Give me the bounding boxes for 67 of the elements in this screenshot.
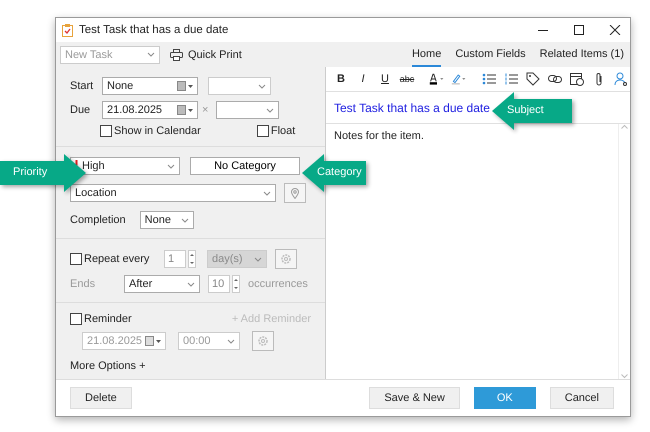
date-field[interactable]: 21.08.2025 (102, 101, 198, 119)
callout-label: Subject (506, 104, 545, 116)
chevron-icon (263, 190, 271, 197)
tab[interactable]: Custom Fields (455, 42, 526, 67)
chevron-icon (187, 280, 195, 288)
numbered-list-icon (504, 73, 518, 85)
calendar-icon (145, 336, 161, 346)
chevron-icon (167, 162, 175, 170)
chevron-icon (266, 106, 274, 114)
spinner-arrows-icon (232, 275, 240, 293)
scroll-up-icon (621, 124, 628, 129)
chevron-icon (180, 216, 189, 224)
field-label: Due (70, 104, 92, 116)
chevron-icon (227, 338, 235, 344)
format-button[interactable]: U (376, 70, 394, 88)
field-label: occurrences (248, 278, 308, 290)
quick-print-button[interactable]: Quick Print (170, 48, 242, 60)
checkbox[interactable]: Repeat every (70, 253, 156, 265)
format-button[interactable]: B (332, 70, 350, 88)
location-pin-button[interactable] (284, 183, 306, 203)
chevron-icon (254, 256, 262, 262)
calendar-icon (177, 105, 193, 115)
format-button[interactable] (568, 70, 586, 88)
field-label: Start (70, 80, 94, 92)
chevron-icon (147, 51, 155, 58)
bullet-list-icon (482, 73, 496, 85)
printer-icon (170, 48, 183, 60)
interval-field[interactable]: 1 (164, 250, 186, 268)
settings-icon (280, 253, 292, 265)
scroll-down-icon (621, 374, 628, 379)
format-button[interactable] (612, 70, 630, 88)
location-field[interactable]: Location (70, 184, 276, 202)
calendar-clock-icon (570, 72, 584, 86)
chevron-icon (258, 82, 266, 90)
window-title: Test Task that has a due date (79, 24, 230, 36)
priority-dropdown[interactable]: High (70, 157, 180, 175)
callout-label: Priority (12, 166, 48, 178)
tab[interactable]: Home (412, 42, 442, 67)
dialog-button[interactable]: Save & New (369, 387, 460, 409)
dialog-button[interactable]: Cancel (550, 387, 614, 409)
link-icon (548, 73, 562, 85)
completion-dropdown[interactable]: None (140, 211, 194, 229)
field-label: Completion (70, 214, 126, 226)
date-field[interactable]: None (102, 77, 198, 95)
scrollbar[interactable] (618, 124, 630, 379)
settings-icon (257, 335, 269, 347)
format-button[interactable] (524, 70, 542, 88)
clipboard-icon (62, 24, 73, 36)
person-icon (614, 72, 628, 86)
dialog-button[interactable]: Delete (70, 387, 132, 409)
calendar-icon (177, 81, 193, 91)
format-button[interactable]: abc (398, 70, 416, 88)
spinner-arrows-icon (188, 250, 196, 268)
highlighter-icon (451, 72, 467, 86)
checkbox[interactable]: Float (256, 125, 296, 137)
field-label: Ends (70, 278, 96, 290)
font-color-icon (429, 72, 445, 86)
tab[interactable]: Related Items (1) (540, 42, 624, 67)
checkbox[interactable]: Show in Calendar (100, 125, 201, 137)
callout-label: Category (316, 166, 363, 178)
category-button[interactable]: No Category (190, 157, 300, 175)
map-pin-icon (291, 188, 299, 198)
more-options-link[interactable]: More Options + (70, 360, 311, 372)
notes-text[interactable]: Notes for the item. (334, 130, 424, 142)
tag-icon (526, 72, 540, 86)
format-button[interactable]: I (354, 70, 372, 88)
paperclip-icon (595, 72, 603, 86)
